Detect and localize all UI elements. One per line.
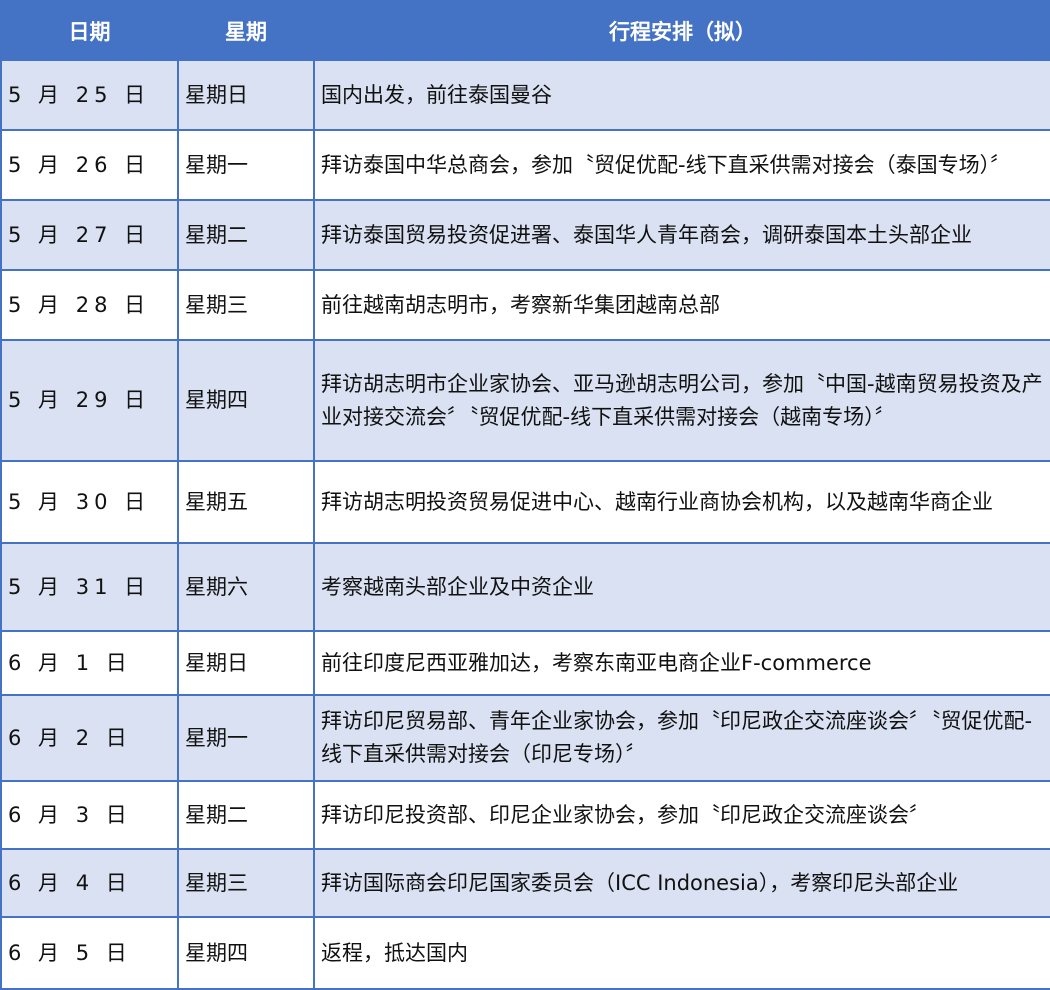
weekday-cell: 星期一 bbox=[177, 129, 315, 201]
table-row: 6 月 3 日星期二 拜访印尼投资部、印尼企业家协会，参加〝印尼政企交流座谈会〞 bbox=[0, 780, 1050, 850]
table-row: 6 月 2 日星期一 拜访印尼贸易部、青年企业家协会，参加〝印尼政企交流座谈会〞〝… bbox=[0, 694, 1050, 782]
date-cell: 5 月 28 日 bbox=[0, 269, 179, 341]
weekday-cell: 星期一 bbox=[177, 694, 315, 782]
plan-cell: 考察越南头部企业及中资企业 bbox=[313, 542, 1050, 632]
weekday-cell: 星期四 bbox=[177, 339, 315, 462]
date-cell: 6 月 3 日 bbox=[0, 780, 179, 850]
plan-cell: 拜访胡志明市企业家协会、亚马逊胡志明公司，参加〝中国-越南贸易投资及产业对接交流… bbox=[313, 339, 1050, 462]
date-cell: 6 月 5 日 bbox=[0, 916, 179, 990]
plan-cell: 拜访泰国贸易投资促进署、泰国华人青年商会，调研泰国本土头部企业 bbox=[313, 199, 1050, 271]
table-row: 5 月 25 日星期日 国内出发，前往泰国曼谷 bbox=[0, 59, 1050, 131]
plan-cell: 国内出发，前往泰国曼谷 bbox=[313, 59, 1050, 131]
weekday-cell: 星期三 bbox=[177, 269, 315, 341]
date-cell: 6 月 1 日 bbox=[0, 630, 179, 696]
header-weekday: 星期 bbox=[177, 0, 315, 61]
table-row: 5 月 28 日星期三 前往越南胡志明市，考察新华集团越南总部 bbox=[0, 269, 1050, 341]
date-cell: 5 月 26 日 bbox=[0, 129, 179, 201]
date-cell: 5 月 27 日 bbox=[0, 199, 179, 271]
date-cell: 5 月 31 日 bbox=[0, 542, 179, 632]
table-row: 6 月 5 日星期四 返程，抵达国内 bbox=[0, 916, 1050, 990]
table-row: 5 月 31 日星期六 考察越南头部企业及中资企业 bbox=[0, 542, 1050, 632]
weekday-cell: 星期三 bbox=[177, 848, 315, 918]
weekday-cell: 星期日 bbox=[177, 630, 315, 696]
date-cell: 6 月 4 日 bbox=[0, 848, 179, 918]
weekday-cell: 星期五 bbox=[177, 460, 315, 544]
date-cell: 6 月 2 日 bbox=[0, 694, 179, 782]
table-row: 5 月 27 日星期二 拜访泰国贸易投资促进署、泰国华人青年商会，调研泰国本土头部… bbox=[0, 199, 1050, 271]
plan-cell: 返程，抵达国内 bbox=[313, 916, 1050, 990]
weekday-cell: 星期六 bbox=[177, 542, 315, 632]
table-body: 5 月 25 日星期日 国内出发，前往泰国曼谷 5 月 26 日星期一 拜访泰国中华总… bbox=[0, 59, 1050, 990]
plan-cell: 拜访印尼投资部、印尼企业家协会，参加〝印尼政企交流座谈会〞 bbox=[313, 780, 1050, 850]
header-date: 日期 bbox=[0, 0, 179, 61]
table-row: 6 月 1 日星期日 前往印度尼西亚雅加达，考察东南亚电商企业F-commerce bbox=[0, 630, 1050, 696]
plan-cell: 前往越南胡志明市，考察新华集团越南总部 bbox=[313, 269, 1050, 341]
weekday-cell: 星期二 bbox=[177, 780, 315, 850]
date-cell: 5 月 30 日 bbox=[0, 460, 179, 544]
plan-cell: 拜访胡志明投资贸易促进中心、越南行业商协会机构，以及越南华商企业 bbox=[313, 460, 1050, 544]
plan-cell: 拜访国际商会印尼国家委员会（ICC Indonesia），考察印尼头部企业 bbox=[313, 848, 1050, 918]
table-row: 6 月 4 日星期三 拜访国际商会印尼国家委员会（ICC Indonesia），考… bbox=[0, 848, 1050, 918]
table-row: 5 月 29 日星期四 拜访胡志明市企业家协会、亚马逊胡志明公司，参加〝中国-越南… bbox=[0, 339, 1050, 462]
table-row: 5 月 30 日星期五 拜访胡志明投资贸易促进中心、越南行业商协会机构，以及越南华… bbox=[0, 460, 1050, 544]
weekday-cell: 星期二 bbox=[177, 199, 315, 271]
table-row: 5 月 26 日星期一 拜访泰国中华总商会，参加〝贸促优配-线下直采供需对接会（泰… bbox=[0, 129, 1050, 201]
weekday-cell: 星期四 bbox=[177, 916, 315, 990]
header-plan: 行程安排（拟） bbox=[313, 0, 1050, 61]
itinerary-table: 日期 星期 行程安排（拟） 5 月 25 日星期日 国内出发，前往泰国曼谷 5 月 … bbox=[0, 0, 1050, 990]
plan-cell: 拜访印尼贸易部、青年企业家协会，参加〝印尼政企交流座谈会〞〝贸促优配-线下直采供… bbox=[313, 694, 1050, 782]
date-cell: 5 月 25 日 bbox=[0, 59, 179, 131]
plan-cell: 前往印度尼西亚雅加达，考察东南亚电商企业F-commerce bbox=[313, 630, 1050, 696]
date-cell: 5 月 29 日 bbox=[0, 339, 179, 462]
table-header-row: 日期 星期 行程安排（拟） bbox=[0, 0, 1050, 61]
plan-cell: 拜访泰国中华总商会，参加〝贸促优配-线下直采供需对接会（泰国专场）〞 bbox=[313, 129, 1050, 201]
weekday-cell: 星期日 bbox=[177, 59, 315, 131]
